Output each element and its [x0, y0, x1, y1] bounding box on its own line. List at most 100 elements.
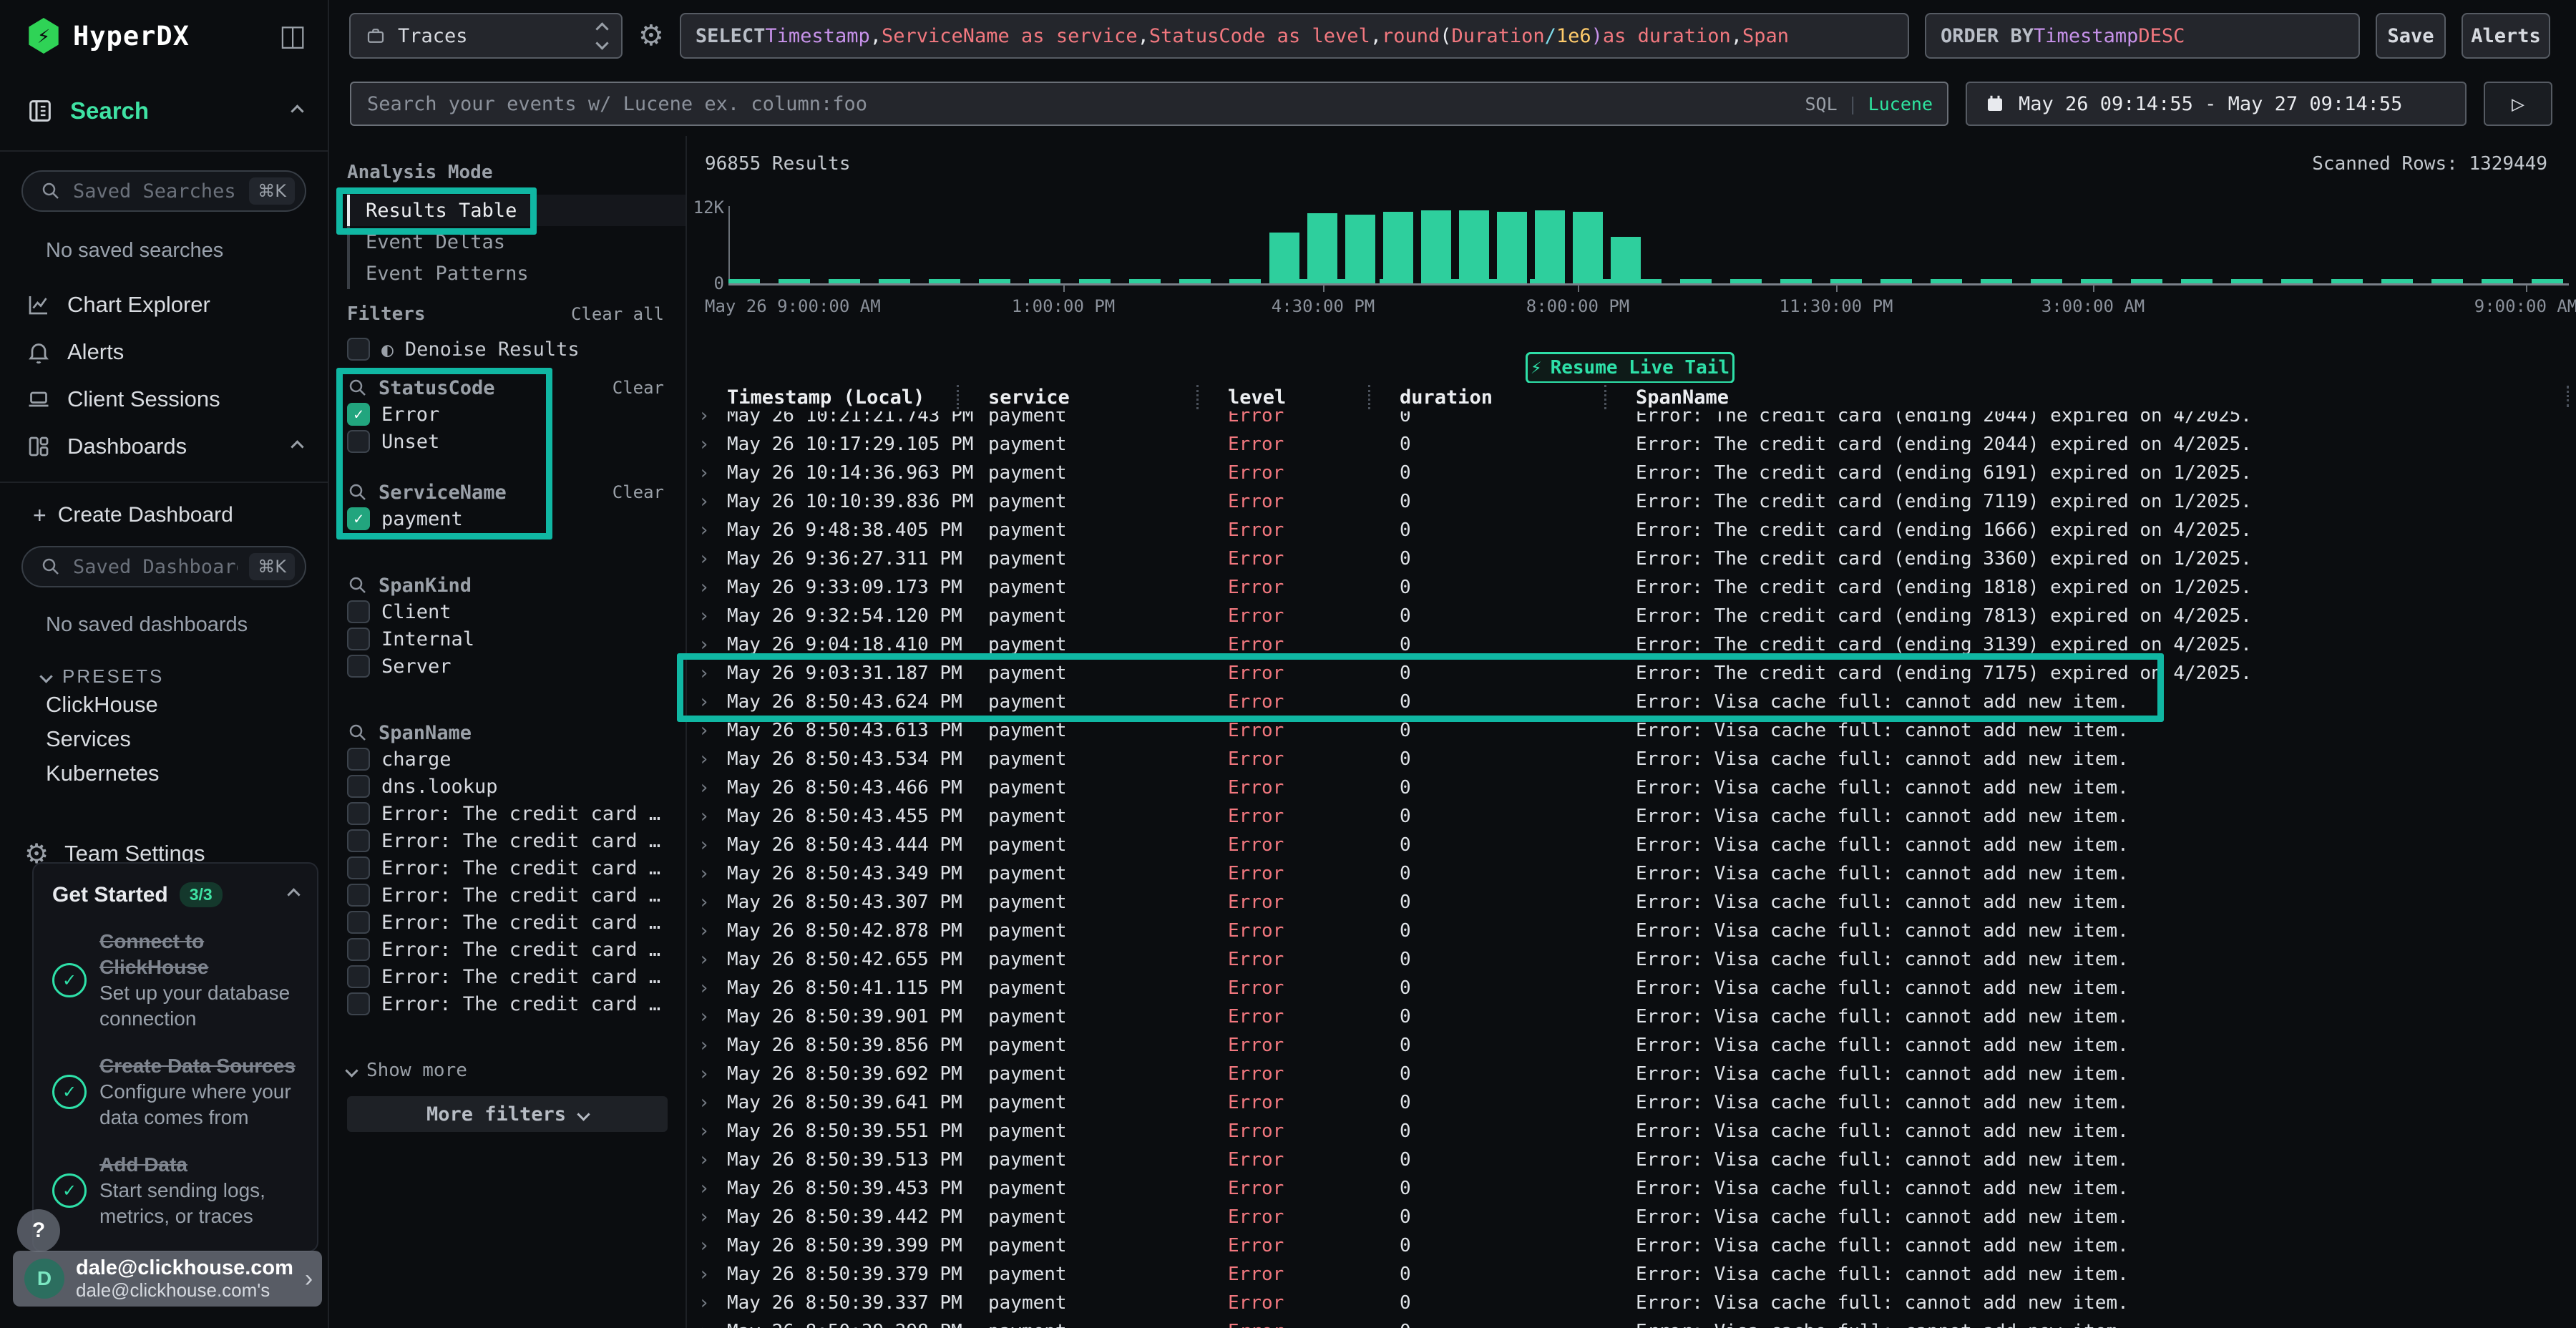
row-expand-chevron[interactable]: › — [698, 462, 727, 484]
column-options-dots[interactable] — [2567, 386, 2569, 407]
user-menu[interactable]: D dale@clickhouse.com dale@clickhouse.co… — [13, 1251, 322, 1307]
chevron-up-icon[interactable] — [291, 104, 303, 117]
row-expand-chevron[interactable]: › — [698, 1235, 727, 1256]
filter-option[interactable]: Error: The credit card … — [347, 882, 686, 909]
sidebar-item-dashboards[interactable]: Dashboards — [0, 423, 328, 470]
filter-option[interactable]: payment — [347, 505, 686, 532]
get-started-item[interactable]: ✓ Connect to ClickHouse Set up your data… — [52, 929, 298, 1032]
preset-kubernetes[interactable]: Kubernetes — [46, 756, 328, 791]
mode-event-patterns[interactable]: Event Patterns — [347, 258, 686, 289]
table-row[interactable]: › May 26 8:50:39.692 PM payment Error 0 … — [687, 1060, 2576, 1088]
checkbox[interactable] — [347, 748, 370, 771]
filter-clear-link[interactable]: Clear — [613, 378, 664, 398]
table-row[interactable]: › May 26 8:50:42.655 PM payment Error 0 … — [687, 945, 2576, 974]
col-spanname[interactable]: SpanName — [1621, 386, 2576, 409]
row-expand-chevron[interactable]: › — [698, 663, 727, 684]
checkbox[interactable] — [347, 965, 370, 988]
table-row[interactable]: › May 26 8:50:39.551 PM payment Error 0 … — [687, 1117, 2576, 1146]
table-row[interactable]: › May 26 8:50:39.379 PM payment Error 0 … — [687, 1260, 2576, 1289]
table-row[interactable]: › May 26 9:33:09.173 PM payment Error 0 … — [687, 573, 2576, 602]
table-row[interactable]: › May 26 10:17:29.105 PM payment Error 0… — [687, 430, 2576, 459]
row-expand-chevron[interactable]: › — [698, 1149, 727, 1171]
filter-option[interactable]: Error: The credit card … — [347, 827, 686, 854]
sidebar-collapse-icon[interactable]: ◫ — [279, 19, 306, 52]
table-row[interactable]: › May 26 8:50:39.641 PM payment Error 0 … — [687, 1088, 2576, 1117]
alerts-button[interactable]: Alerts — [2462, 13, 2550, 59]
mode-results-table[interactable]: Results Table — [347, 195, 686, 226]
table-row[interactable]: › May 26 9:36:27.311 PM payment Error 0 … — [687, 545, 2576, 573]
table-row[interactable]: › May 26 8:50:43.534 PM payment Error 0 … — [687, 745, 2576, 773]
row-expand-chevron[interactable]: › — [698, 519, 727, 541]
row-expand-chevron[interactable]: › — [698, 920, 727, 942]
table-row[interactable]: › May 26 8:50:39.513 PM payment Error 0 … — [687, 1146, 2576, 1174]
run-query-button[interactable]: ▷ — [2484, 82, 2552, 126]
checkbox[interactable] — [347, 911, 370, 934]
col-timestamp[interactable]: Timestamp (Local) — [727, 386, 974, 409]
checkbox[interactable] — [347, 507, 370, 530]
filter-option[interactable]: Error — [347, 401, 686, 428]
row-expand-chevron[interactable]: › — [698, 691, 727, 713]
table-row[interactable]: › May 26 8:50:43.444 PM payment Error 0 … — [687, 831, 2576, 859]
clear-all-link[interactable]: Clear all — [571, 304, 664, 324]
table-row[interactable]: › May 26 8:50:42.878 PM payment Error 0 … — [687, 917, 2576, 945]
row-expand-chevron[interactable]: › — [698, 863, 727, 884]
table-row[interactable]: › May 26 8:50:39.399 PM payment Error 0 … — [687, 1231, 2576, 1260]
lucene-toggle[interactable]: Lucene — [1868, 94, 1933, 114]
row-expand-chevron[interactable]: › — [698, 605, 727, 627]
table-row[interactable]: › May 26 8:50:43.613 PM payment Error 0 … — [687, 716, 2576, 745]
table-row[interactable]: › May 26 10:21:21.743 PM payment Error 0… — [687, 411, 2576, 430]
filter-option[interactable]: Internal — [347, 625, 686, 653]
presets-header[interactable]: PRESETS — [42, 665, 328, 688]
row-expand-chevron[interactable]: › — [698, 806, 727, 827]
table-row[interactable]: › May 26 10:10:39.836 PM payment Error 0… — [687, 487, 2576, 516]
table-row[interactable]: › May 26 9:48:38.405 PM payment Error 0 … — [687, 516, 2576, 545]
row-expand-chevron[interactable]: › — [698, 548, 727, 570]
row-expand-chevron[interactable]: › — [698, 434, 727, 455]
sql-toggle[interactable]: SQL — [1805, 94, 1837, 114]
table-row[interactable]: › May 26 8:50:39.337 PM payment Error 0 … — [687, 1289, 2576, 1317]
row-expand-chevron[interactable]: › — [698, 1006, 727, 1027]
table-row[interactable]: › May 26 8:50:39.453 PM payment Error 0 … — [687, 1174, 2576, 1203]
checkbox-unchecked[interactable] — [347, 338, 370, 361]
table-row[interactable]: › May 26 8:50:43.455 PM payment Error 0 … — [687, 802, 2576, 831]
table-row[interactable]: › May 26 8:50:43.624 PM payment Error 0 … — [687, 688, 2576, 716]
get-started-item[interactable]: ✓ Add Data Start sending logs, metrics, … — [52, 1152, 298, 1229]
show-more-link[interactable]: Show more — [347, 1058, 686, 1083]
search-input[interactable] — [351, 83, 1947, 125]
row-expand-chevron[interactable]: › — [698, 1321, 727, 1328]
row-expand-chevron[interactable]: › — [698, 1035, 727, 1056]
table-row[interactable]: › May 26 8:50:39.298 PM payment Error 0 … — [687, 1317, 2576, 1328]
denoise-results-toggle[interactable]: ◐ Denoise Results — [347, 336, 686, 362]
filter-option[interactable]: Error: The credit card … — [347, 854, 686, 882]
filter-clear-link[interactable]: Clear — [613, 482, 664, 502]
table-row[interactable]: › May 26 8:50:43.466 PM payment Error 0 … — [687, 773, 2576, 802]
row-expand-chevron[interactable]: › — [698, 411, 727, 426]
filter-option[interactable]: Client — [347, 598, 686, 625]
row-expand-chevron[interactable]: › — [698, 1120, 727, 1142]
table-row[interactable]: › May 26 9:03:31.187 PM payment Error 0 … — [687, 659, 2576, 688]
table-row[interactable]: › May 26 10:14:36.963 PM payment Error 0… — [687, 459, 2576, 487]
filter-option[interactable]: dns.lookup — [347, 773, 686, 800]
sidebar-item-search[interactable]: Search — [0, 72, 328, 152]
save-button[interactable]: Save — [2376, 13, 2446, 59]
row-expand-chevron[interactable]: › — [698, 1178, 727, 1199]
checkbox[interactable] — [347, 856, 370, 879]
saved-dashboards-input[interactable] — [73, 556, 238, 578]
table-row[interactable]: › May 26 8:50:41.115 PM payment Error 0 … — [687, 974, 2576, 1002]
chevron-up-icon[interactable] — [287, 888, 300, 901]
filter-option[interactable]: Error: The credit card … — [347, 990, 686, 1017]
filter-option[interactable]: Error: The credit card … — [347, 936, 686, 963]
help-button[interactable]: ? — [17, 1209, 60, 1252]
table-row[interactable]: › May 26 8:50:39.442 PM payment Error 0 … — [687, 1203, 2576, 1231]
row-expand-chevron[interactable]: › — [698, 491, 727, 512]
sidebar-item-alerts[interactable]: Alerts — [0, 328, 328, 376]
more-filters-button[interactable]: More filters — [347, 1096, 668, 1132]
row-expand-chevron[interactable]: › — [698, 634, 727, 655]
preset-clickhouse[interactable]: ClickHouse — [46, 688, 328, 722]
checkbox[interactable] — [347, 775, 370, 798]
checkbox[interactable] — [347, 829, 370, 852]
row-expand-chevron[interactable]: › — [698, 1264, 727, 1285]
col-level[interactable]: level — [1214, 386, 1385, 409]
get-started-item[interactable]: ✓ Create Data Sources Configure where yo… — [52, 1053, 298, 1131]
filter-option[interactable]: Error: The credit card … — [347, 963, 686, 990]
